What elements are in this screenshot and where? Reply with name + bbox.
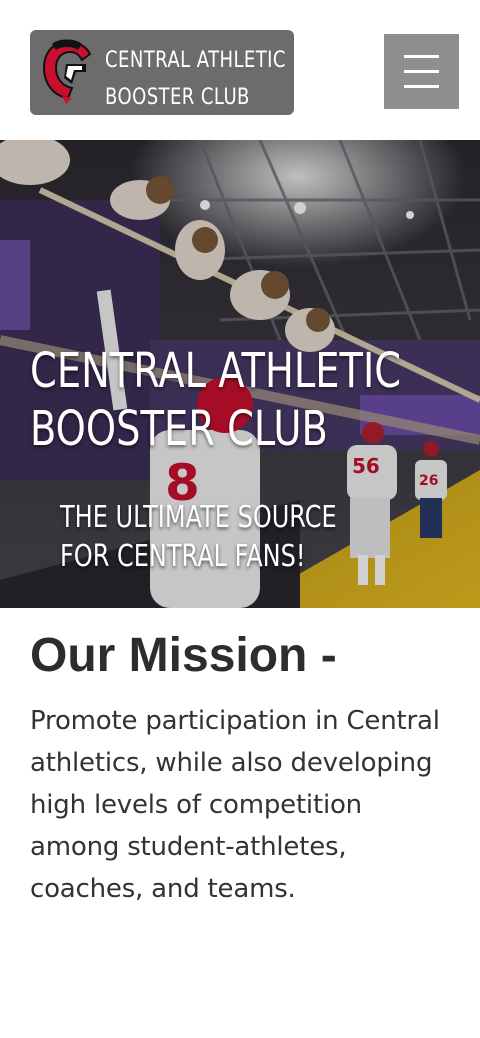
mission-text: Promote participation in Central athleti…: [30, 706, 440, 904]
menu-icon-bar: [404, 70, 439, 73]
hero-title: CENTRAL ATHLETIC BOOSTER CLUB: [30, 343, 402, 457]
logo-text: CENTRAL ATHLETIC BOOSTER CLUB: [105, 42, 286, 116]
mission-section: Our Mission - Promote participation in C…: [0, 608, 480, 910]
hero-banner: 8 56 26 CENTRAL ATHLETIC BOOSTER CLUB TH…: [0, 140, 480, 608]
spartan-helmet-icon: [42, 39, 92, 104]
hero-subtitle: THE ULTIMATE SOURCE FOR CENTRAL FANS!: [60, 500, 337, 574]
logo-line-1: CENTRAL ATHLETIC: [105, 48, 286, 73]
menu-icon-bar: [404, 55, 439, 58]
mission-heading: Our Mission -: [30, 629, 337, 682]
site-header: CENTRAL ATHLETIC BOOSTER CLUB: [0, 0, 480, 140]
menu-button[interactable]: [384, 34, 459, 109]
menu-icon-bar: [404, 85, 439, 88]
logo-line-2: BOOSTER CLUB: [105, 85, 250, 110]
site-logo[interactable]: CENTRAL ATHLETIC BOOSTER CLUB: [30, 30, 294, 115]
